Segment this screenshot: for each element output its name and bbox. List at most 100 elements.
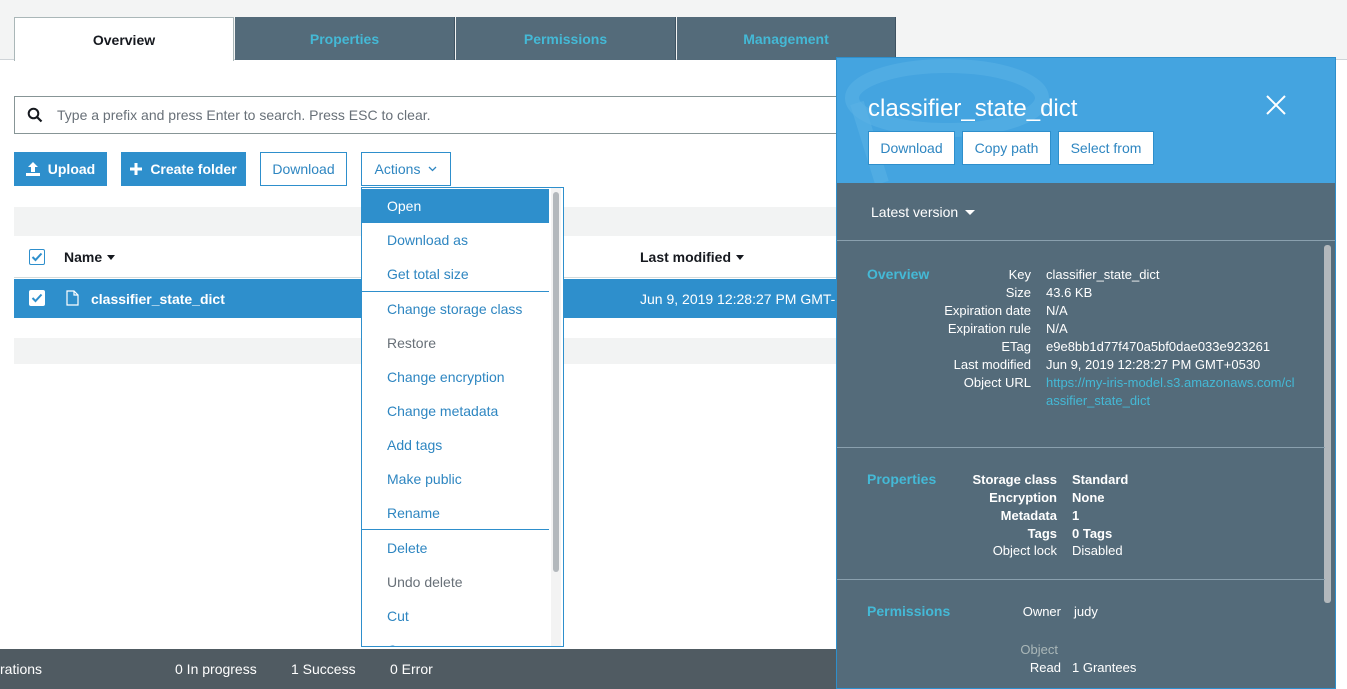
menu-item-change-encryption[interactable]: Change encryption bbox=[362, 360, 549, 394]
menu-item-rename[interactable]: Rename bbox=[362, 496, 549, 530]
search-input[interactable] bbox=[55, 106, 815, 124]
tab-properties-label: Properties bbox=[309, 30, 380, 47]
menu-item-make-public[interactable]: Make public bbox=[362, 462, 549, 496]
panel-title: classifier_state_dict bbox=[868, 95, 1078, 122]
encryption-value: None bbox=[1072, 490, 1105, 505]
owner-label: Owner bbox=[1022, 604, 1061, 619]
upload-label: Upload bbox=[47, 161, 96, 177]
last-modified-value: Jun 9, 2019 12:28:27 PM GMT+0530 bbox=[1046, 357, 1261, 372]
menu-item-open[interactable]: Open bbox=[362, 189, 549, 223]
plus-icon bbox=[130, 163, 143, 175]
create-folder-label: Create folder bbox=[150, 161, 237, 177]
sort-caret-icon bbox=[736, 254, 745, 260]
properties-section-title: Properties bbox=[867, 471, 937, 487]
tab-permissions-label: Permissions bbox=[523, 30, 608, 47]
menu-scrollbar[interactable] bbox=[553, 192, 559, 572]
size-label: Size bbox=[1005, 285, 1031, 300]
version-label: Latest version bbox=[871, 204, 959, 220]
panel-download-button[interactable]: Download bbox=[868, 131, 955, 165]
file-icon bbox=[66, 290, 79, 309]
metadata-value: 1 bbox=[1072, 508, 1080, 523]
caret-down-icon bbox=[965, 209, 976, 215]
tab-permissions[interactable]: Permissions bbox=[456, 17, 676, 60]
search-bar bbox=[14, 96, 844, 134]
search-icon bbox=[15, 107, 55, 123]
column-name-label: Name bbox=[64, 249, 103, 265]
section-divider bbox=[837, 447, 1325, 448]
actions-button[interactable]: Actions bbox=[361, 152, 451, 186]
storage-class-value: Standard bbox=[1072, 472, 1129, 487]
version-selector-bar: Latest version bbox=[837, 183, 1335, 241]
tab-properties[interactable]: Properties bbox=[235, 17, 455, 60]
tab-management[interactable]: Management bbox=[677, 17, 896, 60]
menu-item-copy[interactable]: Copy bbox=[362, 633, 549, 646]
permissions-section-title: Permissions bbox=[867, 603, 951, 619]
storage-class-label: Storage class bbox=[972, 472, 1057, 487]
expiration-rule-value: N/A bbox=[1046, 321, 1068, 336]
row-name[interactable]: classifier_state_dict bbox=[91, 279, 225, 318]
section-divider bbox=[837, 579, 1325, 580]
menu-item-change-metadata[interactable]: Change metadata bbox=[362, 394, 549, 428]
actions-label: Actions bbox=[374, 161, 421, 177]
chevron-down-icon bbox=[428, 166, 437, 172]
expiration-date-value: N/A bbox=[1046, 303, 1068, 318]
footer-error[interactable]: 0 Error bbox=[390, 649, 433, 689]
menu-item-cut[interactable]: Cut bbox=[362, 599, 549, 633]
menu-item-download-as[interactable]: Download as bbox=[362, 223, 549, 257]
footer-in-progress[interactable]: 0 In progress bbox=[175, 649, 257, 689]
etag-label: ETag bbox=[1001, 339, 1031, 354]
object-permission-label: Object bbox=[1020, 642, 1058, 657]
tab-overview[interactable]: Overview bbox=[14, 17, 234, 61]
panel-header: classifier_state_dict Download Copy path… bbox=[837, 58, 1335, 183]
object-lock-value: Disabled bbox=[1072, 543, 1123, 558]
menu-item-restore: Restore bbox=[387, 335, 437, 351]
panel-download-label: Download bbox=[880, 140, 943, 156]
metadata-label: Metadata bbox=[1000, 508, 1057, 523]
etag-value: e9e8bb1d77f470a5bf0dae033e923261 bbox=[1046, 339, 1271, 354]
read-value: 1 Grantees bbox=[1072, 660, 1137, 675]
column-last-modified-label: Last modified bbox=[640, 249, 732, 265]
sort-caret-icon bbox=[107, 254, 116, 260]
menu-item-delete[interactable]: Delete bbox=[362, 531, 549, 565]
row-checkbox[interactable] bbox=[29, 290, 45, 306]
expiration-date-label: Expiration date bbox=[944, 303, 1031, 318]
download-label: Download bbox=[272, 161, 335, 177]
menu-item-change-storage-class[interactable]: Change storage class bbox=[362, 292, 549, 326]
owner-value: judy bbox=[1074, 604, 1098, 619]
create-folder-button[interactable]: Create folder bbox=[121, 152, 246, 186]
select-from-label: Select from bbox=[1070, 140, 1142, 156]
actions-menu: Open Download as Get total size Change s… bbox=[361, 187, 564, 647]
close-icon[interactable] bbox=[1265, 94, 1291, 120]
tab-overview-label: Overview bbox=[92, 31, 156, 48]
key-label: Key bbox=[1008, 267, 1031, 282]
copy-path-label: Copy path bbox=[974, 140, 1039, 156]
menu-item-undo-delete: Undo delete bbox=[387, 574, 463, 590]
menu-item-get-total-size[interactable]: Get total size bbox=[362, 257, 549, 291]
row-last-modified: Jun 9, 2019 12:28:27 PM GMT- bbox=[640, 290, 836, 307]
tab-management-label: Management bbox=[743, 30, 829, 47]
select-all-checkbox[interactable] bbox=[29, 249, 45, 265]
object-url-link[interactable]: https://my-iris-model.s3.amazonaws.com/c… bbox=[1046, 374, 1301, 410]
size-value: 43.6 KB bbox=[1046, 285, 1093, 300]
tags-value: 0 Tags bbox=[1072, 526, 1113, 541]
select-from-button[interactable]: Select from bbox=[1058, 131, 1154, 165]
column-header-last-modified[interactable]: Last modified bbox=[640, 236, 745, 278]
menu-divider bbox=[362, 529, 549, 530]
menu-item-add-tags[interactable]: Add tags bbox=[362, 428, 549, 462]
version-selector[interactable]: Latest version bbox=[871, 183, 976, 241]
read-label: Read bbox=[1029, 660, 1061, 675]
object-lock-label: Object lock bbox=[992, 543, 1057, 558]
copy-path-button[interactable]: Copy path bbox=[962, 131, 1051, 165]
panel-scrollbar[interactable] bbox=[1324, 245, 1331, 603]
footer-success[interactable]: 1 Success bbox=[291, 649, 356, 689]
upload-icon bbox=[25, 162, 40, 176]
object-url-label: Object URL bbox=[963, 375, 1031, 390]
tags-label: Tags bbox=[1027, 526, 1057, 541]
upload-button[interactable]: Upload bbox=[14, 152, 107, 186]
footer-operations[interactable]: rations bbox=[0, 649, 42, 689]
download-button[interactable]: Download bbox=[260, 152, 347, 186]
encryption-label: Encryption bbox=[989, 490, 1057, 505]
column-header-name[interactable]: Name bbox=[64, 236, 116, 278]
last-modified-label: Last modified bbox=[953, 357, 1031, 372]
key-value: classifier_state_dict bbox=[1046, 267, 1160, 282]
